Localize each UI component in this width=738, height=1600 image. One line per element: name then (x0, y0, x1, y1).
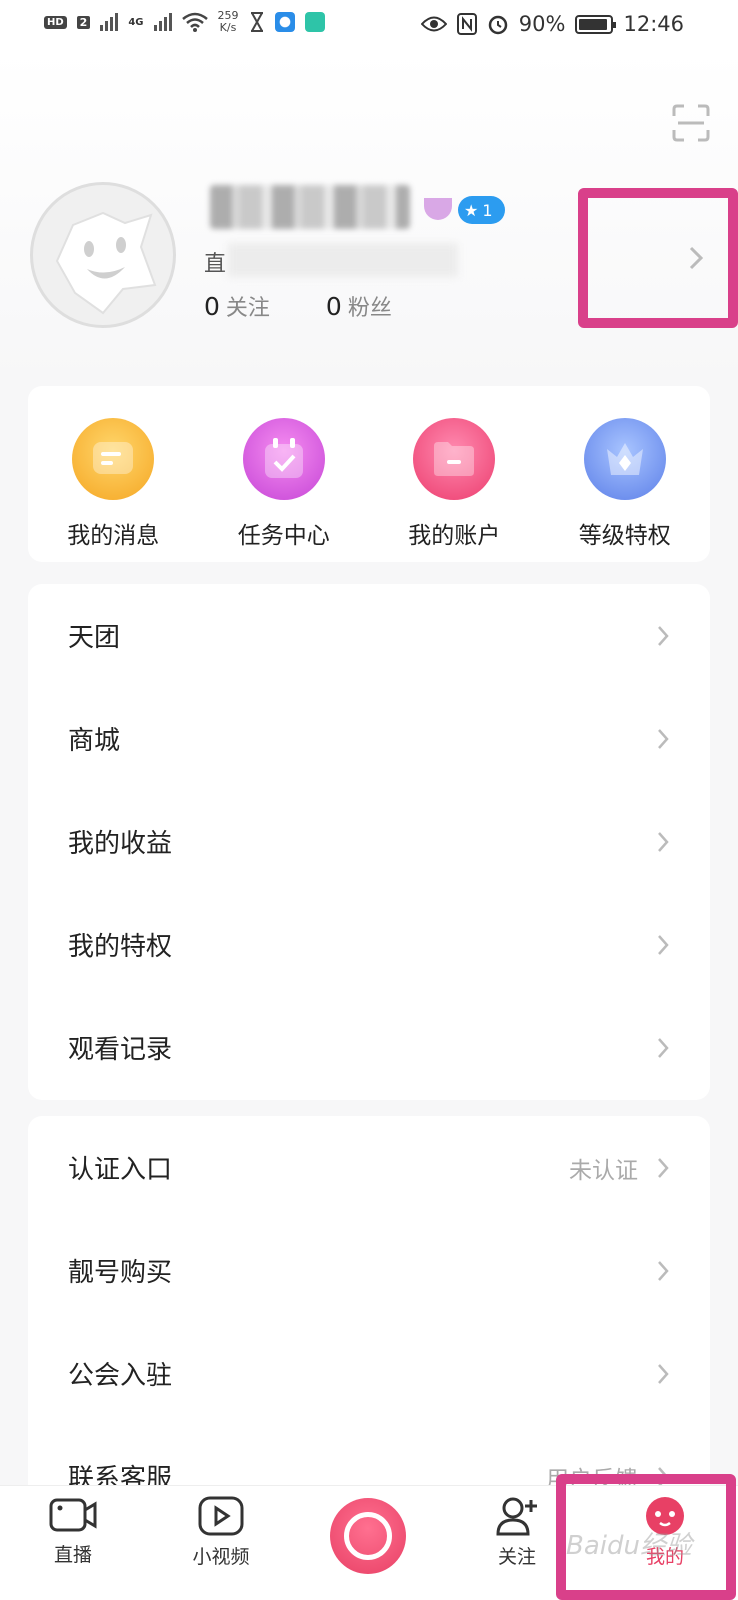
menu-item-my-privileges[interactable]: 我的特权 (28, 893, 710, 996)
boss-app-icon (304, 12, 325, 32)
signal-icon (100, 13, 119, 31)
chevron-right-icon (658, 1037, 669, 1058)
chevron-right-icon (658, 934, 669, 955)
chevron-right-icon (658, 831, 669, 852)
default-avatar-icon (55, 211, 157, 315)
chevron-right-icon (658, 625, 669, 646)
sim-indicator: 2 (76, 15, 91, 29)
quick-action-tasks[interactable]: 任务中心 (209, 418, 359, 562)
avatar[interactable] (30, 182, 176, 328)
level-number: 1 (482, 200, 493, 220)
nfc-icon (456, 13, 477, 35)
chevron-right-icon (658, 728, 669, 749)
battery-icon (575, 14, 617, 34)
nav-live[interactable]: 直播 (18, 1496, 128, 1567)
fans-stat[interactable]: 0 粉丝 (326, 290, 392, 322)
hourglass-icon (250, 12, 263, 32)
menu-item-guild[interactable]: 公会入驻 (28, 1322, 710, 1425)
hd-indicator: HD (44, 15, 67, 29)
record-button-icon[interactable] (330, 1498, 406, 1574)
chevron-right-icon (658, 1157, 669, 1178)
following-stat[interactable]: 0 关注 (204, 290, 270, 322)
profile-stats: 0 关注 0 粉丝 (204, 290, 392, 322)
nav-short-video[interactable]: 小视频 (166, 1496, 276, 1569)
menu-item-tiantuan[interactable]: 天团 (28, 584, 710, 687)
highlight-box-me-tab (556, 1474, 736, 1600)
verification-status: 未认证 (569, 1157, 638, 1184)
clock: 12:46 (623, 12, 684, 36)
level-badge[interactable]: ★ 1 (458, 196, 505, 224)
star-icon: ★ (464, 200, 479, 220)
status-bar: HD 2 4G 259 K/s 90% 12:46 (0, 0, 738, 50)
menu-group-2: 认证入口 未认证 靓号购买 公会入驻 联系客服 用户反馈 (28, 1116, 710, 1516)
battery-percent: 90% (518, 12, 566, 36)
user-id-redacted (228, 243, 458, 277)
folder-icon (413, 418, 496, 500)
username-redacted (210, 185, 410, 229)
menu-item-watch-history[interactable]: 观看记录 (28, 996, 710, 1099)
menu-group-1: 天团 商城 我的收益 我的特权 观看记录 (28, 584, 710, 1100)
network-speed: 259 K/s (217, 9, 239, 34)
scan-icon[interactable] (672, 104, 710, 142)
video-play-icon (198, 1496, 244, 1536)
signal-icon-2 (153, 13, 172, 31)
chevron-right-icon (658, 1260, 669, 1281)
user-id-prefix: 直 (204, 252, 227, 277)
alarm-icon (488, 15, 508, 35)
message-icon (72, 418, 155, 500)
wifi-icon (181, 12, 208, 32)
menu-item-earnings[interactable]: 我的收益 (28, 790, 710, 893)
network-type: 4G (128, 16, 144, 28)
menu-item-premium-id[interactable]: 靓号购买 (28, 1219, 710, 1322)
quick-action-account[interactable]: 我的账户 (379, 418, 529, 562)
calendar-check-icon (242, 418, 325, 500)
menu-item-mall[interactable]: 商城 (28, 687, 710, 790)
highlight-box-profile (578, 188, 738, 328)
menu-item-verification[interactable]: 认证入口 未认证 (28, 1116, 710, 1219)
quick-action-messages[interactable]: 我的消息 (38, 418, 188, 562)
quick-action-privileges[interactable]: 等级特权 (550, 418, 700, 562)
chevron-right-icon (658, 1363, 669, 1384)
live-camera-icon (49, 1498, 97, 1532)
follow-user-icon (496, 1497, 537, 1536)
quick-actions: 我的消息 任务中心 我的账户 等级特权 (28, 386, 710, 562)
app-notification-icon (274, 12, 295, 32)
crown-icon (583, 418, 666, 500)
eye-icon (420, 16, 447, 32)
